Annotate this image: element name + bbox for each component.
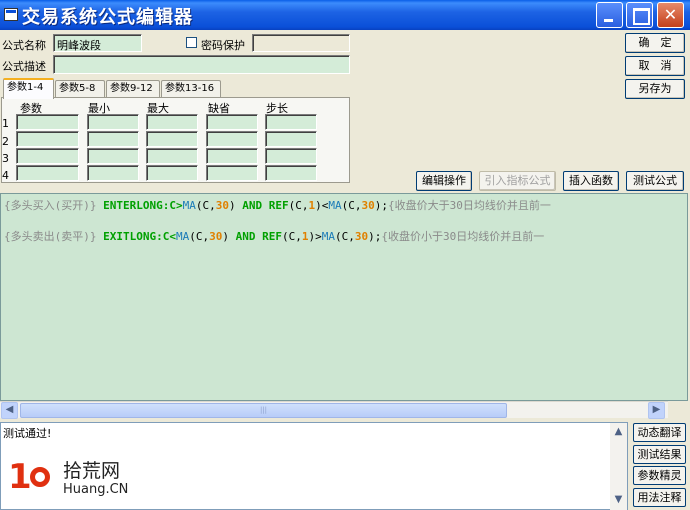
code-line: {多头卖出(卖平)} EXITLONG:C<MA(C,30) AND REF(C… [4, 230, 545, 243]
watermark-logo-en: Huang.CN [63, 482, 129, 497]
password-checkbox[interactable] [186, 37, 197, 48]
ok-button[interactable]: 确 定 [625, 33, 685, 53]
insert-function-button[interactable]: 插入函数 [563, 171, 619, 191]
param-name-input[interactable] [16, 131, 79, 147]
password-label: 密码保护 [201, 39, 245, 52]
param-default-input[interactable] [206, 131, 258, 147]
param-min-input[interactable] [87, 131, 139, 147]
param-wizard-button[interactable]: 参数精灵 [633, 466, 686, 485]
param-max-input[interactable] [146, 148, 198, 164]
tab-params-5-8[interactable]: 参数5-8 [55, 80, 105, 98]
formula-desc-input[interactable] [53, 55, 350, 74]
watermark-logo-number: 1 [8, 457, 32, 497]
usage-notes-button[interactable]: 用法注释 [633, 488, 686, 507]
maximize-button[interactable] [626, 2, 653, 28]
minimize-button[interactable] [596, 2, 623, 28]
code-editor[interactable]: {多头买入(买开)} ENTERLONG:C>MA(C,30) AND REF(… [0, 193, 688, 401]
formula-name-input[interactable]: 明峰波段 [53, 34, 142, 52]
param-step-input[interactable] [265, 148, 317, 164]
param-row-number: 4 [2, 169, 9, 182]
param-default-input[interactable] [206, 114, 258, 130]
password-input[interactable] [252, 34, 350, 52]
param-step-input[interactable] [265, 131, 317, 147]
test-result-button[interactable]: 测试结果 [633, 445, 686, 464]
param-row-number: 1 [2, 117, 9, 130]
scroll-right-icon[interactable]: ▶ [648, 402, 665, 419]
scroll-thumb[interactable]: ||| [20, 403, 507, 418]
param-row-number: 3 [2, 152, 9, 165]
param-row-number: 2 [2, 135, 9, 148]
param-min-input[interactable] [87, 165, 139, 181]
param-name-input[interactable] [16, 148, 79, 164]
close-button[interactable]: ✕ [657, 2, 684, 28]
cancel-button[interactable]: 取 消 [625, 56, 685, 76]
param-default-input[interactable] [206, 165, 258, 181]
test-formula-button[interactable]: 测试公式 [626, 171, 684, 191]
formula-desc-label: 公式描述 [2, 60, 46, 73]
tab-params-1-4[interactable]: 参数1-4 [3, 78, 54, 99]
horizontal-scrollbar[interactable]: ◀ ||| ▶ [0, 401, 668, 419]
tab-params-13-16[interactable]: 参数13-16 [161, 80, 221, 98]
scrollbar-corner [668, 401, 690, 418]
formula-name-label: 公式名称 [2, 39, 46, 52]
code-line: {多头买入(买开)} ENTERLONG:C>MA(C,30) AND REF(… [4, 199, 551, 212]
watermark-gear-icon [30, 467, 50, 487]
param-name-input[interactable] [16, 114, 79, 130]
param-default-input[interactable] [206, 148, 258, 164]
watermark-logo-cn: 拾荒网 [63, 460, 121, 482]
import-formula-button[interactable]: 引入指标公式 [479, 171, 556, 191]
title-bar[interactable]: 交易系统公式编辑器 ✕ [0, 0, 690, 30]
window-title: 交易系统公式编辑器 [22, 7, 193, 28]
dynamic-translate-button[interactable]: 动态翻译 [633, 423, 686, 442]
window-icon [4, 8, 18, 21]
scroll-up-icon[interactable]: ▲ [610, 424, 627, 441]
param-max-input[interactable] [146, 165, 198, 181]
scroll-left-icon[interactable]: ◀ [1, 402, 18, 419]
param-min-input[interactable] [87, 148, 139, 164]
vertical-scrollbar[interactable]: ▲ ▼ [610, 423, 627, 510]
param-min-input[interactable] [87, 114, 139, 130]
output-text: 测试通过! [3, 427, 52, 440]
param-step-input[interactable] [265, 114, 317, 130]
param-step-input[interactable] [265, 165, 317, 181]
param-max-input[interactable] [146, 114, 198, 130]
edit-ops-button[interactable]: 编辑操作 [416, 171, 472, 191]
tab-params-9-12[interactable]: 参数9-12 [106, 80, 160, 98]
save-as-button[interactable]: 另存为 [625, 79, 685, 99]
param-max-input[interactable] [146, 131, 198, 147]
param-name-input[interactable] [16, 165, 79, 181]
scroll-down-icon[interactable]: ▼ [610, 492, 627, 509]
